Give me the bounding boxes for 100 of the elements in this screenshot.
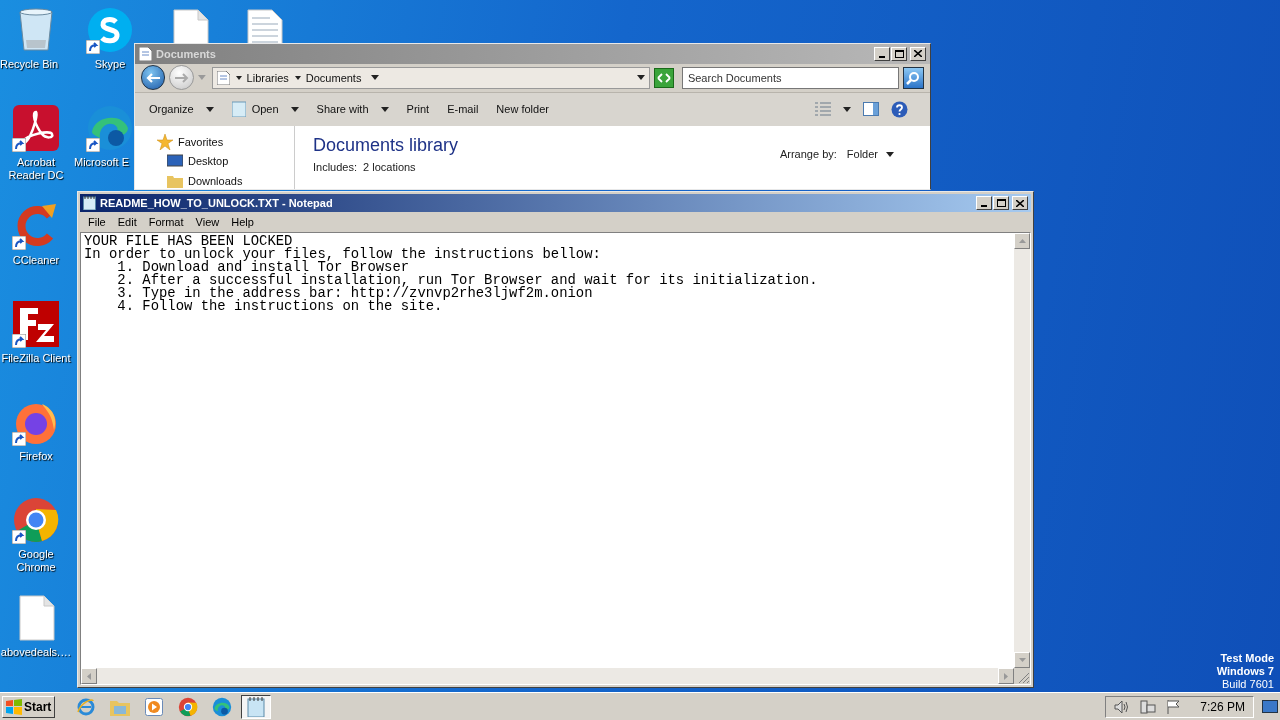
includes-label: Includes:	[313, 159, 358, 175]
desktop-icon-label[interactable]: abovedeals.…	[0, 646, 72, 659]
includes-link[interactable]: 2 locations	[363, 158, 416, 175]
maximize-button[interactable]	[891, 46, 907, 61]
system-text: Windows 7	[1216, 665, 1274, 678]
breadcrumb-caret-icon	[371, 75, 380, 81]
forward-arrow-icon	[174, 72, 189, 83]
address-dropdown-icon	[637, 75, 646, 81]
media-player-icon	[145, 697, 164, 716]
edge-icon	[212, 696, 233, 717]
history-caret-icon	[197, 75, 206, 81]
edge-icon	[86, 104, 134, 152]
caret-icon	[886, 152, 894, 157]
close-button[interactable]	[1012, 196, 1028, 210]
arrange-by-label: Arrange by:	[779, 147, 837, 163]
separator-caret-icon	[235, 75, 242, 80]
filezilla-icon	[12, 300, 60, 348]
view-list-icon	[815, 102, 831, 117]
search-button[interactable]	[902, 66, 924, 89]
menu-item[interactable]: View	[189, 213, 226, 231]
desktop-icon	[167, 154, 183, 169]
internet-explorer-icon	[77, 697, 96, 716]
clock[interactable]: 7:26 PM	[1200, 697, 1245, 716]
desktop-icon-label[interactable]: Recycle Bin	[0, 58, 59, 71]
menu-item[interactable]: Edit	[111, 213, 143, 231]
desktop-icon-label[interactable]: Firefox	[19, 450, 53, 463]
toolbar-button[interactable]: Open	[231, 101, 299, 118]
text-line: In order to unlock your files, follow the instructions bellow:	[84, 248, 602, 261]
desktop-icon-label[interactable]: Google Chrome	[0, 548, 72, 574]
library-icon	[139, 46, 152, 61]
desktop-icon-label[interactable]: Acrobat Reader DC	[0, 156, 72, 182]
library-title: Documents library	[313, 133, 459, 157]
text-line: YOUR FILE HAS BEEN LOCKED	[84, 235, 293, 248]
desktop-icon-label[interactable]: CCleaner	[12, 254, 60, 267]
desktop-icon-label[interactable]: FileZilla Client	[1, 352, 71, 365]
text-line: 1. Download and install Tor Browser	[116, 261, 411, 274]
taskbar-button[interactable]	[241, 694, 272, 719]
window-title: README_HOW_TO_UNLOCK.TXT - Notepad	[100, 195, 333, 211]
navigation-item[interactable]: Favorites	[178, 133, 224, 150]
system-text: Build 7601	[1222, 678, 1274, 691]
star-icon	[157, 133, 173, 150]
address-bar[interactable]: Libraries Documents	[211, 66, 651, 89]
close-icon	[914, 50, 922, 58]
toolbar-button[interactable]: E-mail	[447, 101, 479, 118]
maximize-button[interactable]	[993, 196, 1009, 210]
horizontal-scrollbar[interactable]	[81, 668, 1014, 684]
system-text: Test Mode	[1220, 652, 1274, 665]
navigation-item[interactable]: Downloads	[188, 172, 243, 189]
help-icon	[891, 100, 908, 118]
toolbar-button[interactable]: New folder	[496, 101, 549, 118]
menu-item[interactable]: Format	[142, 213, 190, 231]
scroll-right-icon	[1004, 672, 1008, 680]
minimize-button[interactable]	[874, 46, 890, 61]
notepad-icon	[247, 696, 266, 717]
notepad-icon	[83, 196, 96, 210]
back-arrow-icon	[146, 72, 161, 83]
navigation-item[interactable]: Desktop	[188, 153, 229, 170]
folder-icon	[167, 173, 183, 188]
desktop-icon-label[interactable]: Microsoft E	[74, 156, 129, 169]
arrange-by-dropdown[interactable]: Folder	[846, 146, 894, 163]
breadcrumb-item[interactable]: Libraries	[246, 69, 289, 87]
text-line: 2. After a successful installation, run Tor Browser and wait for its initialization.	[116, 274, 819, 287]
show-desktop-icon[interactable]	[1262, 699, 1278, 714]
desktop-icon-label[interactable]: Skype	[94, 58, 126, 71]
close-icon	[1016, 199, 1024, 207]
speaker-icon	[1114, 699, 1131, 714]
start-button[interactable]: Start	[2, 695, 56, 718]
flag-icon	[1166, 699, 1181, 714]
back-button[interactable]	[141, 65, 166, 91]
windows-logo-icon	[6, 698, 22, 715]
menu-item[interactable]: File	[82, 213, 112, 231]
text-line: 3. Type in the address bar: http://zvnvp2rhe3ljwf2m.onion	[116, 287, 594, 300]
separator-caret-icon	[294, 75, 301, 80]
text-line: 4. Follow the instructions on the site.	[116, 300, 443, 313]
toolbar-button[interactable]: Share with	[316, 101, 389, 118]
preview-pane-icon	[863, 102, 879, 117]
chrome-icon	[178, 696, 199, 717]
breadcrumb-item[interactable]: Documents	[305, 69, 362, 87]
refresh-button[interactable]	[654, 67, 674, 88]
toolbar-button[interactable]: Print	[406, 101, 430, 118]
scroll-down-icon	[1018, 658, 1026, 662]
skype-icon	[86, 6, 134, 54]
toolbar-button[interactable]: Organize	[149, 101, 214, 118]
window-title: Documents	[156, 46, 216, 62]
notepad-icon	[231, 101, 246, 118]
scroll-left-icon	[87, 672, 91, 680]
chrome-icon	[12, 496, 60, 544]
refresh-icon	[657, 72, 672, 83]
menu-item[interactable]: Help	[225, 213, 260, 231]
resize-grip-icon[interactable]	[1014, 668, 1030, 684]
close-button[interactable]	[910, 46, 926, 61]
minimize-button[interactable]	[976, 196, 992, 210]
search-field[interactable]: Search Documents	[681, 66, 899, 89]
search-icon	[906, 70, 921, 85]
scroll-up-icon	[1018, 239, 1026, 243]
view-caret-icon	[843, 106, 851, 112]
library-icon	[216, 70, 230, 85]
acrobat-icon	[12, 104, 60, 152]
network-icon	[1140, 699, 1157, 714]
vertical-scrollbar[interactable]	[1014, 233, 1030, 668]
